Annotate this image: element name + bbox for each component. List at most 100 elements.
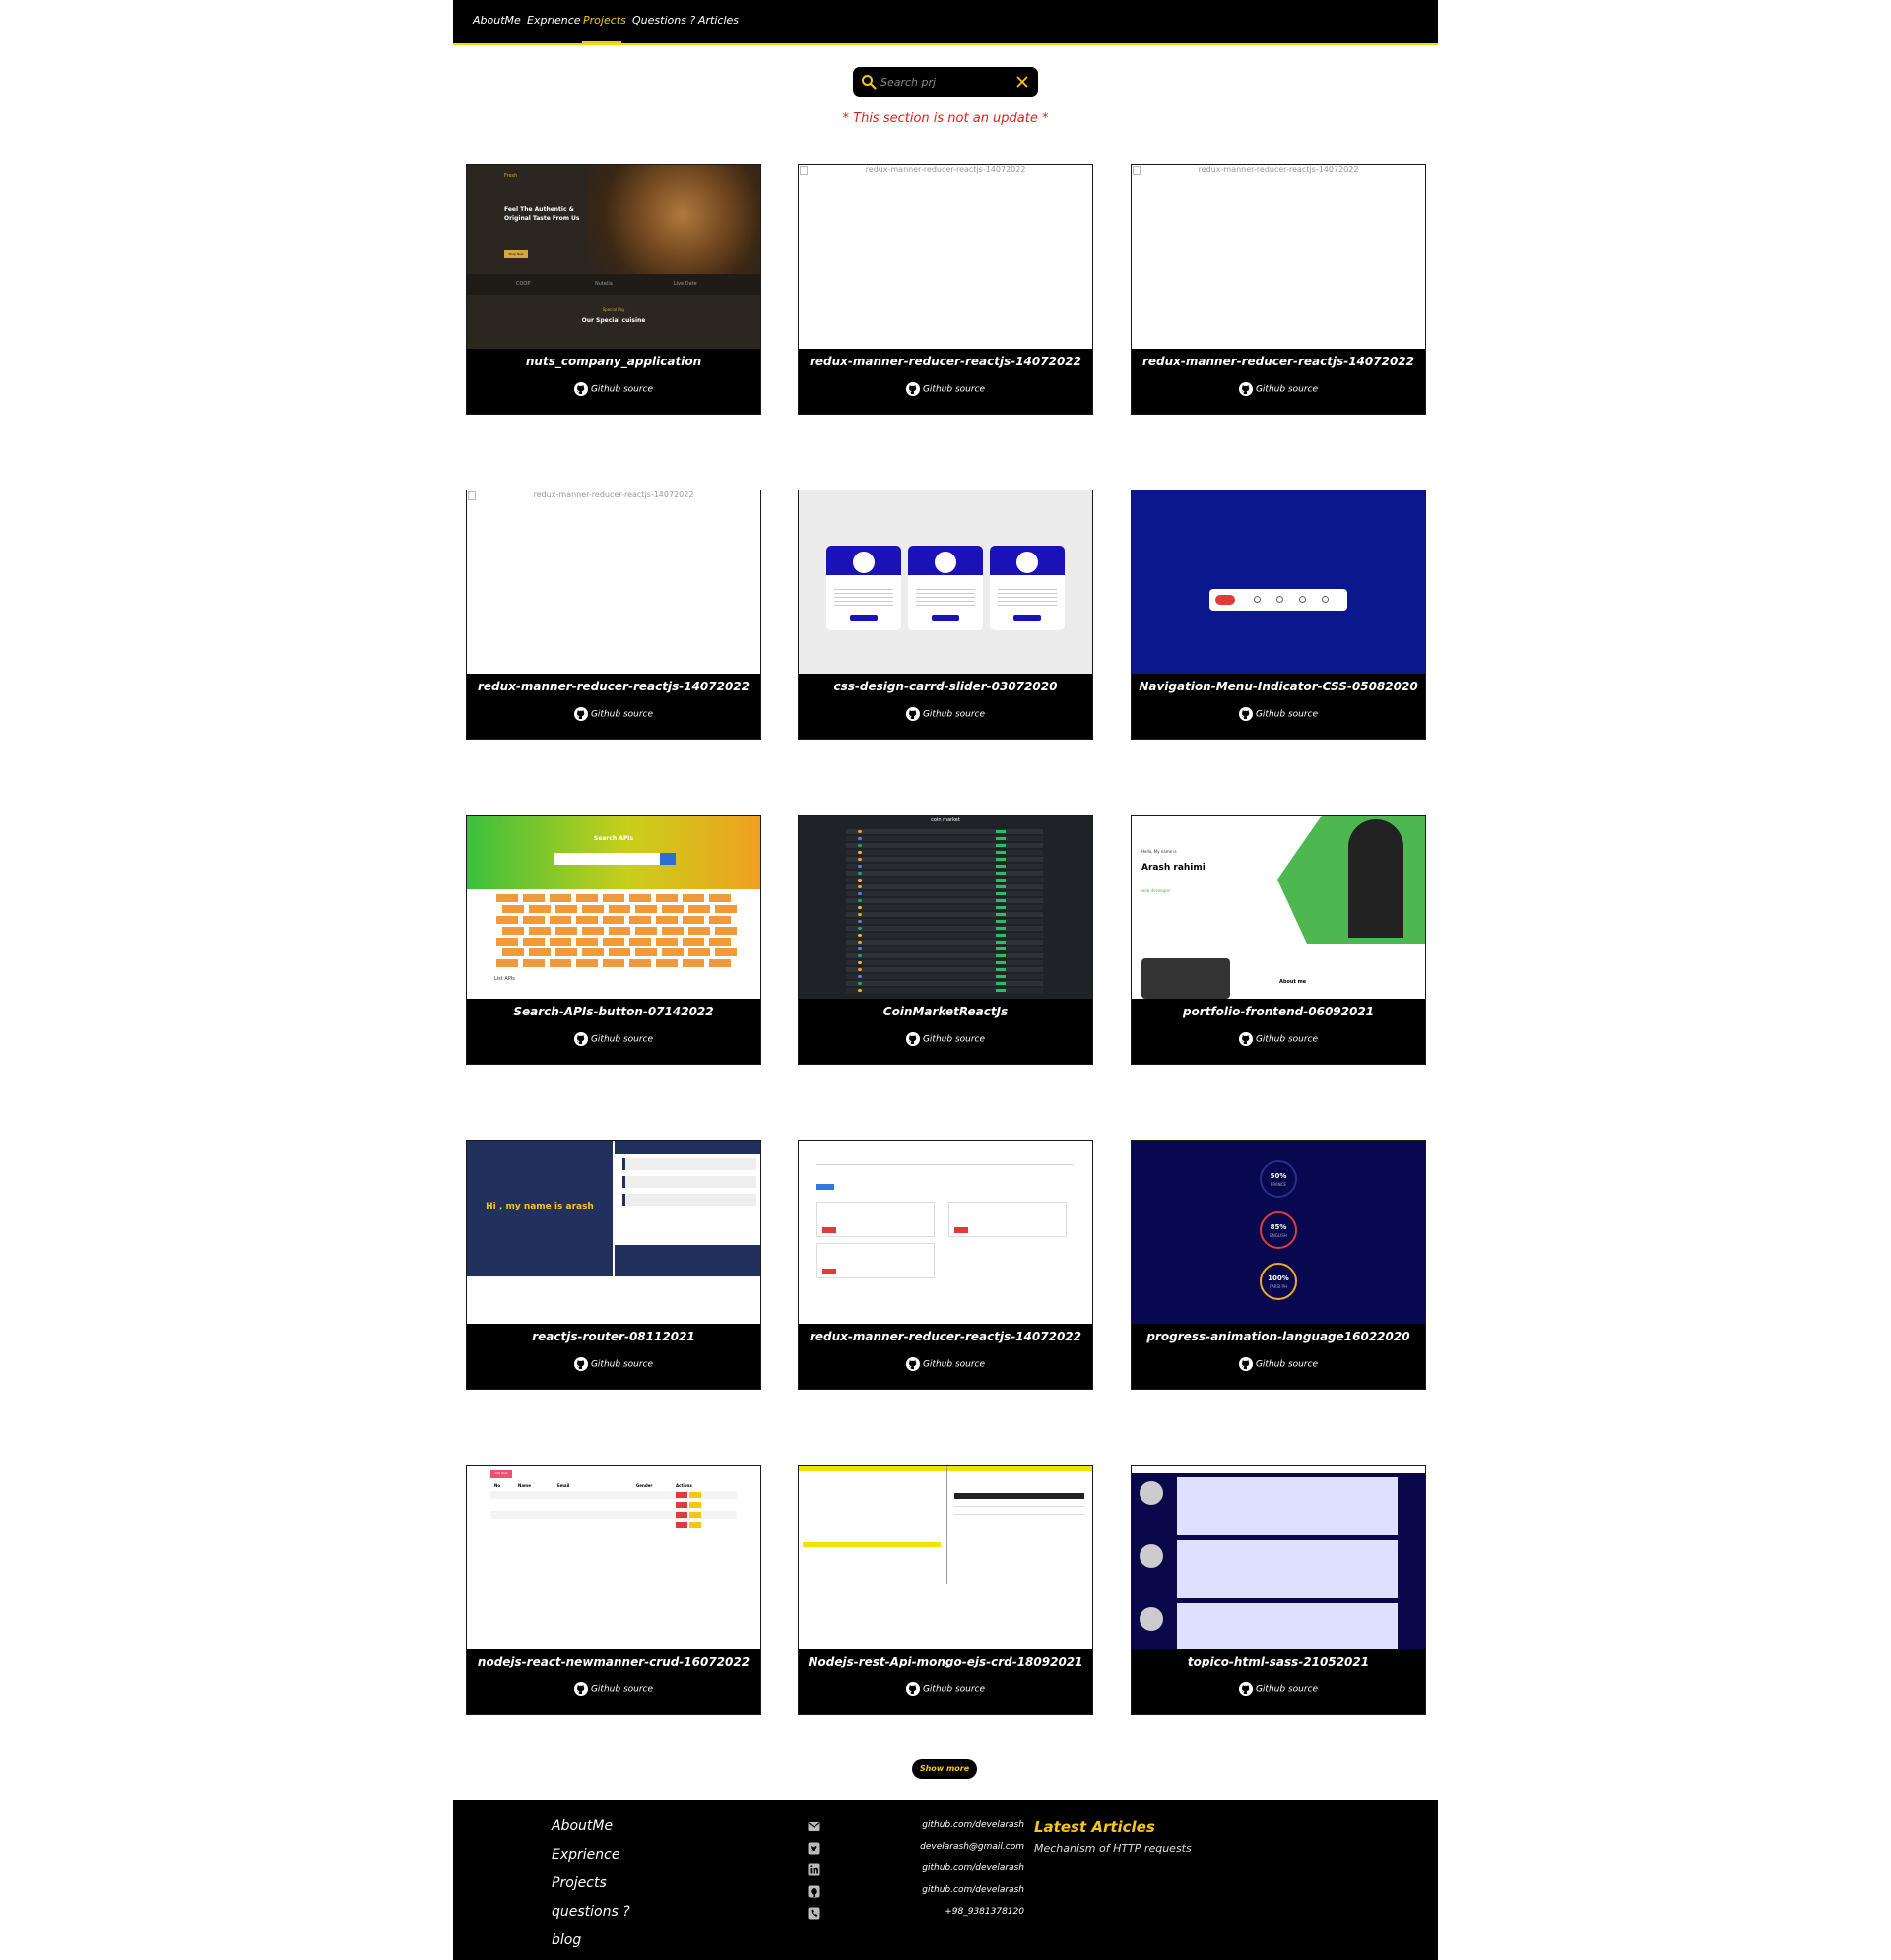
project-title: portfolio-frontend-06092021 [1182,1005,1375,1018]
github-source-link[interactable]: Github source [467,1682,760,1696]
show-more-button[interactable]: Show more [912,1759,977,1779]
slider-card-text [916,589,975,607]
coin-change [996,982,1006,985]
nav-item-projects[interactable]: Projects [583,14,626,27]
nav-item-experience[interactable]: Exprience [527,14,581,27]
github-source-label: Github source [1255,384,1319,395]
github-source-link[interactable]: Github source [467,1032,760,1046]
github-icon [573,1032,588,1046]
api-tag [502,905,524,913]
progress-percent: 100% [1268,1274,1289,1282]
progress-percent: 50% [1270,1172,1287,1180]
coin-change [996,892,1006,895]
slider-card-button [850,615,878,621]
api-tag [609,948,630,956]
coin-change [996,913,1006,916]
router-list-item [622,1176,756,1188]
coin-row [846,988,1043,993]
github-source-link[interactable]: Github source [799,1682,1092,1696]
github-icon [905,1682,920,1696]
footer-nav-questions[interactable]: questions ? [552,1904,630,1920]
nav-item-articles[interactable]: Articles [698,14,739,27]
contact-row: develarash@gmail.com [808,1842,1024,1856]
project-title: Navigation-Menu-Indicator-CSS-05082020 [1139,680,1418,693]
github-source-link[interactable]: Github source [1132,1032,1425,1046]
contact-text[interactable]: github.com/develarash [922,1820,1024,1830]
coin-icon [858,837,862,840]
router-footer [615,1245,760,1276]
search-input[interactable] [880,73,1009,91]
github-source-link[interactable]: Github source [799,382,1092,396]
project-card: css-design-carrd-slider-03072020 Github s… [798,490,1093,740]
project-card: topico-html-sass-21052021 Github source [1131,1465,1426,1715]
api-tag [683,938,704,946]
slider-card-text [834,589,893,607]
footer: AboutMe Exprience Projects questions ? b… [453,1800,1438,1960]
coin-icon [858,954,862,957]
menu-icon [1299,596,1306,603]
github-source-link[interactable]: Github source [467,1357,760,1371]
api-tag [576,916,598,924]
coin-icon [858,989,862,992]
github-source-link[interactable]: Github source [1132,1357,1425,1371]
api-tag [496,959,518,967]
contact-text[interactable]: github.com/develarash [922,1885,1024,1895]
nav-item-aboutme[interactable]: AboutMe [473,14,521,27]
phone-icon [808,1907,820,1920]
menu-icon [1254,596,1261,603]
topico-header [1132,1466,1425,1473]
project-thumbnail: redux-manner-reducer-reactjs-14072022 [467,490,760,674]
contact-text[interactable]: develarash@gmail.com [920,1842,1024,1852]
github-source-link[interactable]: Github source [1132,382,1425,396]
footer-nav-experience[interactable]: Exprience [552,1847,619,1862]
coin-change [996,968,1006,971]
project-thumbnail [1132,1466,1425,1649]
github-source-link[interactable]: Github source [467,382,760,396]
contact-text[interactable]: github.com/develarash [922,1863,1024,1873]
api-tag [635,905,657,913]
footer-nav-blog[interactable]: blog [552,1932,581,1948]
avatar [1014,550,1040,575]
github-source-link[interactable]: Github source [799,1357,1092,1371]
avatar [933,550,958,575]
coin-change [996,885,1006,888]
slider-card [908,546,983,630]
api-tag [603,959,624,967]
footer-nav-projects[interactable]: Projects [552,1875,607,1891]
github-source-link[interactable]: Github source [1132,707,1425,721]
github-source-link[interactable]: Github source [799,707,1092,721]
close-icon[interactable] [1014,74,1030,90]
github-source-label: Github source [922,1034,986,1045]
crud-header: No [494,1483,501,1488]
github-source-link[interactable]: Github source [799,1032,1092,1046]
crud-delete-button [676,1512,687,1518]
github-icon [1238,1682,1253,1696]
coin-icon [858,892,862,895]
portfolio-hello: Hello, My name is [1141,849,1177,854]
redux-delete-button [822,1227,836,1233]
api-tag [683,916,704,924]
search-bar [853,67,1038,97]
latest-article-link[interactable]: Mechanism of HTTP requests [1034,1842,1192,1855]
coin-row [846,850,1043,855]
project-title: redux-manner-reducer-reactjs-14072022 [477,680,750,693]
contact-text[interactable]: +98_9381378120 [945,1907,1024,1917]
github-source-link[interactable]: Github source [467,707,760,721]
api-tag [523,938,545,946]
crud-add-button: Add User [490,1470,512,1478]
coin-icon [858,865,862,868]
api-tag [529,927,551,935]
footer-nav-aboutme[interactable]: AboutMe [552,1818,613,1834]
github-source-label: Github source [922,709,986,720]
api-tag [603,938,624,946]
coin-row [846,905,1043,910]
nav-item-questions[interactable]: Questions ? [632,14,695,27]
rest-divider [946,1466,947,1584]
menu-indicator [1215,595,1235,605]
project-thumbnail: Hi , my name is arash [467,1141,760,1324]
github-source-link[interactable]: Github source [1132,1682,1425,1696]
github-icon [905,707,920,721]
api-tag [502,927,524,935]
api-tag [603,894,624,902]
project-title: topico-html-sass-21052021 [1187,1655,1370,1668]
